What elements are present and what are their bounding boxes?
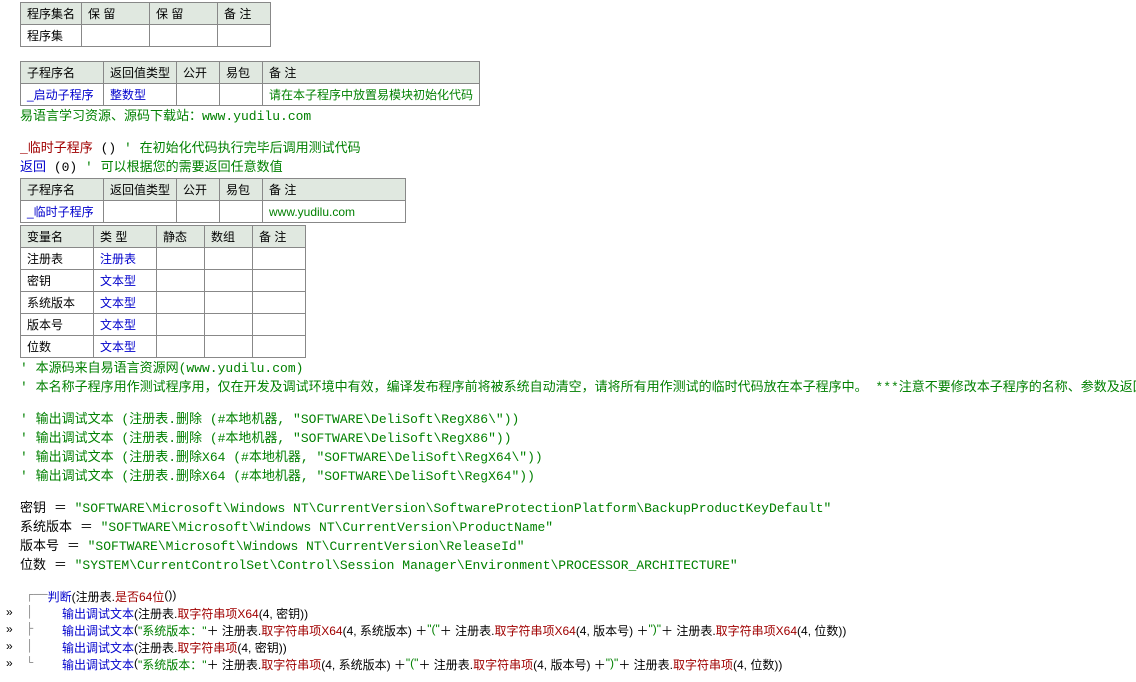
subroutine-name[interactable]: _临时子程序: [21, 201, 104, 223]
var-type[interactable]: 文本型: [94, 270, 157, 292]
output-line: » │ 输出调试文本 (注册表.取字符串项X64 (4, 密钥)): [6, 605, 1116, 622]
comment-line: ' 本源码来自易语言资源网(www.yudilu.com): [20, 360, 1116, 378]
subroutine-table-1: 子程序名 返回值类型 公开 易包 备 注 _启动子程序 整数型 请在本子程序中放…: [20, 61, 480, 106]
table-row: 注册表注册表: [21, 248, 306, 270]
var-type[interactable]: 注册表: [94, 248, 157, 270]
th: 备 注: [253, 226, 306, 248]
th: 保 留: [150, 3, 218, 25]
th: 易包: [220, 179, 263, 201]
remark: www.yudilu.com: [263, 201, 406, 223]
cell: 程序集: [21, 25, 82, 47]
cell: [205, 270, 253, 292]
cell: [82, 25, 150, 47]
cell: [104, 201, 177, 223]
comment-line: 易语言学习资源、源码下载站：www.yudilu.com: [20, 108, 1116, 126]
th: 公开: [177, 62, 220, 84]
cell: [157, 314, 205, 336]
assign-line: 系统版本 ＝ "SOFTWARE\Microsoft\Windows NT\Cu…: [20, 519, 1116, 537]
var-name: 密钥: [21, 270, 94, 292]
th: 数组: [205, 226, 253, 248]
debug-line: ' 输出调试文本 (注册表.删除 (#本地机器, "SOFTWARE\DeliS…: [20, 411, 1116, 429]
cell: [220, 201, 263, 223]
output-line: » ├ 输出调试文本 ("系统版本：" ＋ 注册表.取字符串项X64 (4, 系…: [6, 622, 1116, 639]
output-line: » │ 输出调试文本 (注册表.取字符串项 (4, 密钥)): [6, 639, 1116, 656]
debug-line: ' 输出调试文本 (注册表.删除 (#本地机器, "SOFTWARE\DeliS…: [20, 430, 1116, 448]
cell: [150, 25, 218, 47]
th: 变量名: [21, 226, 94, 248]
var-name: 版本号: [21, 314, 94, 336]
assign-line: 密钥 ＝ "SOFTWARE\Microsoft\Windows NT\Curr…: [20, 500, 1116, 518]
var-type[interactable]: 文本型: [94, 336, 157, 358]
programset-table: 程序集名 保 留 保 留 备 注 程序集: [20, 2, 271, 47]
th: 子程序名: [21, 179, 104, 201]
remark: 请在本子程序中放置易模块初始化代码: [263, 84, 480, 106]
var-name: 位数: [21, 336, 94, 358]
th: 静态: [157, 226, 205, 248]
assign-line: 位数 ＝ "SYSTEM\CurrentControlSet\Control\S…: [20, 557, 1116, 575]
var-name: 系统版本: [21, 292, 94, 314]
var-type[interactable]: 文本型: [94, 314, 157, 336]
table-row: 系统版本文本型: [21, 292, 306, 314]
cell: [205, 292, 253, 314]
th: 易包: [220, 62, 263, 84]
table-row: _临时子程序 www.yudilu.com: [21, 201, 406, 223]
cell: [218, 25, 271, 47]
th: 公开: [177, 179, 220, 201]
cell: [253, 336, 306, 358]
th: 保 留: [82, 3, 150, 25]
th: 备 注: [263, 179, 406, 201]
debug-line: ' 输出调试文本 (注册表.删除X64 (#本地机器, "SOFTWARE\De…: [20, 449, 1116, 467]
call-line: _临时子程序 () ' 在初始化代码执行完毕后调用测试代码: [20, 140, 1116, 158]
cell: [177, 201, 220, 223]
var-type[interactable]: 文本型: [94, 292, 157, 314]
debug-line: ' 输出调试文本 (注册表.删除X64 (#本地机器, "SOFTWARE\De…: [20, 468, 1116, 486]
cell: [253, 314, 306, 336]
cell: [177, 84, 220, 106]
variables-table: 变量名 类 型 静态 数组 备 注 注册表注册表 密钥文本型 系统版本文本型 版…: [20, 225, 306, 358]
cell: [157, 248, 205, 270]
cell: [205, 336, 253, 358]
th: 备 注: [218, 3, 271, 25]
table-row: 程序集: [21, 25, 271, 47]
cell: [253, 248, 306, 270]
cell: [253, 292, 306, 314]
assign-line: 版本号 ＝ "SOFTWARE\Microsoft\Windows NT\Cur…: [20, 538, 1116, 556]
cell: [157, 336, 205, 358]
table-row: 密钥文本型: [21, 270, 306, 292]
th: 程序集名: [21, 3, 82, 25]
subroutine-name[interactable]: _启动子程序: [21, 84, 104, 106]
judge-line: ┌── 判断 (注册表.是否64位 ()): [6, 588, 1116, 605]
th: 备 注: [263, 62, 480, 84]
cell: [157, 292, 205, 314]
table-row: 版本号文本型: [21, 314, 306, 336]
table-row: _启动子程序 整数型 请在本子程序中放置易模块初始化代码: [21, 84, 480, 106]
table-row: 位数文本型: [21, 336, 306, 358]
subroutine-table-2: 子程序名 返回值类型 公开 易包 备 注 _临时子程序 www.yudilu.c…: [20, 178, 406, 223]
cell: [205, 248, 253, 270]
th: 返回值类型: [104, 179, 177, 201]
return-type[interactable]: 整数型: [104, 84, 177, 106]
comment-line: ' 本名称子程序用作测试程序用，仅在开发及调试环境中有效，编译发布程序前将被系统…: [20, 379, 1116, 397]
cell: [253, 270, 306, 292]
return-line: 返回 (0) ' 可以根据您的需要返回任意数值: [20, 159, 1116, 177]
th: 子程序名: [21, 62, 104, 84]
var-name: 注册表: [21, 248, 94, 270]
cell: [220, 84, 263, 106]
th: 返回值类型: [104, 62, 177, 84]
cell: [205, 314, 253, 336]
output-line: » └ 输出调试文本 ("系统版本：" ＋ 注册表.取字符串项 (4, 系统版本…: [6, 656, 1116, 673]
cell: [157, 270, 205, 292]
th: 类 型: [94, 226, 157, 248]
